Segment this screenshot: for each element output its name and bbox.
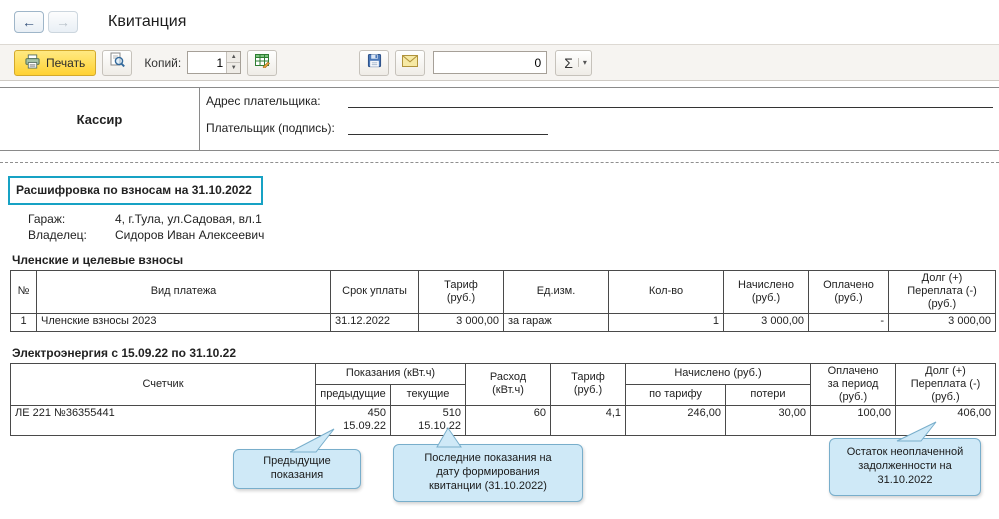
garage-value: 4, г.Тула, ул.Садовая, вл.1 xyxy=(115,212,262,226)
sum-dropdown-button[interactable]: Σ ▾ xyxy=(555,49,592,76)
fees-table-title: Членские и целевые взносы xyxy=(12,253,184,267)
cell: 4,1 xyxy=(550,405,626,437)
details-title: Расшифровка по взносам на 31.10.2022 xyxy=(16,183,252,197)
callout-latest-readings: Последние показания на дату формирования… xyxy=(393,444,583,502)
cell: 60 xyxy=(465,405,551,437)
spin-up-icon[interactable]: ▲ xyxy=(227,52,241,63)
cell: 100,00 xyxy=(810,405,896,437)
fees-header-row: № Вид платежа Срок уплаты Тариф (руб.) Е… xyxy=(10,270,996,314)
print-button-label: Печать xyxy=(46,55,86,70)
cell: 1 xyxy=(10,312,37,332)
details-title-highlight-box: Расшифровка по взносам на 31.10.2022 xyxy=(8,176,263,205)
header-cell: Начислено (руб.) xyxy=(625,362,811,385)
cut-line xyxy=(0,162,999,163)
page-title: Квитанция xyxy=(108,13,187,30)
header-cell: потери xyxy=(725,383,811,407)
header-cell: Начислено (руб.) xyxy=(723,270,809,314)
header-cell: Оплачено за период (руб.) xyxy=(810,362,896,407)
fees-table: № Вид платежа Срок уплаты Тариф (руб.) Е… xyxy=(10,270,996,332)
email-button[interactable] xyxy=(395,49,426,76)
cell: ЛЕ 221 №36355441 xyxy=(10,405,316,437)
forward-arrow-icon: → xyxy=(56,14,70,30)
header-cell: по тарифу xyxy=(625,383,726,407)
title-bar: ← → Квитанция xyxy=(0,0,999,44)
print-button[interactable]: Печать xyxy=(14,49,97,76)
cell: 450 15.09.22 xyxy=(315,405,391,437)
back-arrow-icon: ← xyxy=(22,14,36,30)
cell: 31.12.2022 xyxy=(330,312,419,332)
chevron-down-icon: ▾ xyxy=(577,58,587,67)
cell: 3 000,00 xyxy=(723,312,809,332)
header-cell: Кол-во xyxy=(608,270,724,314)
receipt-slip-header: Кассир Адрес плательщика: Плательщик (по… xyxy=(0,87,999,151)
header-cell: Счетчик xyxy=(10,362,316,407)
cell: 3 000,00 xyxy=(888,312,996,332)
header-cell: Тариф (руб.) xyxy=(418,270,504,314)
header-cell: Долг (+) Переплата (-) (руб.) xyxy=(895,362,996,407)
page-setup-button[interactable] xyxy=(247,49,278,76)
callout-unpaid-debt: Остаток неоплаченной задолженности на 31… xyxy=(829,438,981,496)
header-cell: Ед.изм. xyxy=(503,270,609,314)
owner-label: Владелец: xyxy=(28,228,87,242)
payer-address-label: Адрес плательщика: xyxy=(206,94,321,108)
header-cell: предыдущие xyxy=(315,383,391,407)
cell: 30,00 xyxy=(725,405,811,437)
forward-button[interactable]: → xyxy=(48,11,78,33)
table-settings-icon xyxy=(254,52,271,73)
header-cell: текущие xyxy=(390,383,466,407)
energy-table-title: Электроэнергия с 15.09.22 по 31.10.22 xyxy=(12,345,237,360)
amount-input[interactable] xyxy=(433,51,548,74)
copies-stepper: ▲ ▼ xyxy=(187,51,242,74)
energy-table: Счетчик Показания (кВт.ч) Расход (кВт.ч)… xyxy=(10,362,996,437)
garage-label: Гараж: xyxy=(28,212,66,226)
header-cell: Срок уплаты xyxy=(330,270,419,314)
header-cell: Показания (кВт.ч) xyxy=(315,362,466,385)
preview-button[interactable] xyxy=(102,49,133,76)
header-cell: Оплачено (руб.) xyxy=(808,270,889,314)
callout-previous-readings: Предыдущие показания xyxy=(233,449,361,489)
save-button[interactable] xyxy=(359,49,390,76)
preview-icon xyxy=(109,52,126,73)
toolbar: Печать Копий: ▲ ▼ xyxy=(0,44,999,81)
cell: 510 15.10.22 xyxy=(390,405,466,437)
floppy-save-icon xyxy=(367,53,382,73)
cell: 246,00 xyxy=(625,405,726,437)
cashier-block: Кассир xyxy=(0,88,200,150)
back-button[interactable]: ← xyxy=(14,11,44,33)
cell: 406,00 xyxy=(895,405,996,437)
header-cell: № xyxy=(10,270,37,314)
header-cell: Расход (кВт.ч) xyxy=(465,362,551,407)
cell: - xyxy=(808,312,889,332)
details-info: Гараж: 4, г.Тула, ул.Садовая, вл.1 Владе… xyxy=(28,212,999,244)
sigma-icon: Σ xyxy=(564,54,573,71)
payer-signature-label: Плательщик (подпись): xyxy=(206,121,335,135)
cell: Членские взносы 2023 xyxy=(36,312,331,332)
energy-header-row-1: Счетчик Показания (кВт.ч) Расход (кВт.ч)… xyxy=(10,362,996,407)
envelope-icon xyxy=(402,54,419,72)
header-cell: Долг (+) Переплата (-) (руб.) xyxy=(888,270,996,314)
payer-block: Адрес плательщика: Плательщик (подпись): xyxy=(200,88,999,150)
fees-table-row: 1 Членские взносы 2023 31.12.2022 3 000,… xyxy=(10,312,996,332)
header-cell: Тариф (руб.) xyxy=(550,362,626,407)
cell: за гараж xyxy=(503,312,609,332)
spin-down-icon[interactable]: ▼ xyxy=(227,63,241,73)
energy-table-row: ЛЕ 221 №36355441 450 15.09.22 510 15.10.… xyxy=(10,405,996,437)
owner-value: Сидоров Иван Алексеевич xyxy=(115,228,265,242)
copies-label: Копий: xyxy=(144,55,182,70)
payer-signature-blank-line xyxy=(348,121,548,135)
cashier-label: Кассир xyxy=(76,111,123,127)
header-cell: Вид платежа xyxy=(36,270,331,314)
printer-icon xyxy=(25,53,40,72)
cell: 1 xyxy=(608,312,724,332)
payer-address-blank-line xyxy=(348,94,993,108)
cell: 3 000,00 xyxy=(418,312,504,332)
